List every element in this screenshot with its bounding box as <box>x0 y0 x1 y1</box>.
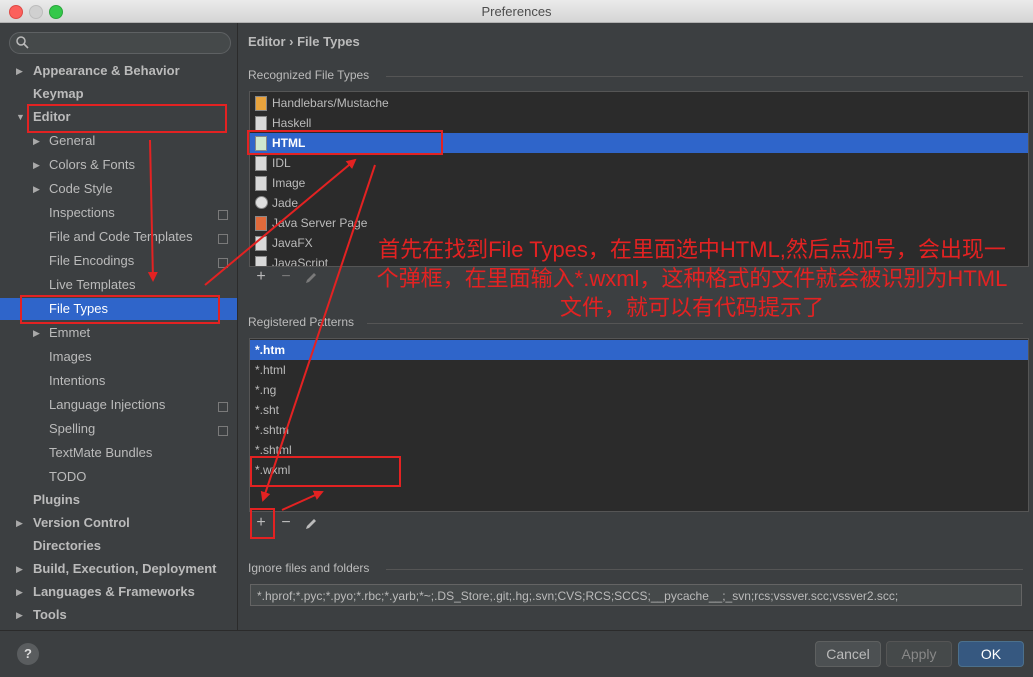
arrow-to-html <box>204 158 357 286</box>
annotation-note: 首先在找到File Types，在里面选中HTML,然后点加号，会出现一个弹框，… <box>376 237 1008 320</box>
arrow-to-add-button <box>260 164 376 502</box>
arrow-editor-to-file-types <box>147 139 158 282</box>
annotation-arrows <box>147 139 376 511</box>
arrow-add-to-wxml <box>281 490 324 511</box>
